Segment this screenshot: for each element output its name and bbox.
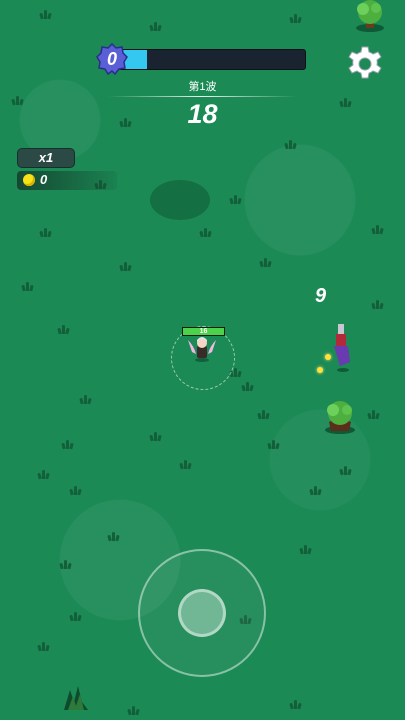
grass-tuft xyxy=(69,612,82,622)
tree-top-right xyxy=(356,0,384,32)
grass-tuft xyxy=(119,262,132,272)
settings-button[interactable] xyxy=(345,44,385,84)
grass-tuft xyxy=(61,440,74,450)
grass-tuft xyxy=(21,282,34,292)
xp-bar xyxy=(118,49,306,70)
grass-tuft xyxy=(229,195,242,205)
damage-number: 9 xyxy=(315,285,327,307)
player-character xyxy=(188,337,216,362)
joystick-knob[interactable] xyxy=(178,589,226,637)
grass-tuft xyxy=(37,642,50,652)
wave-timer: 18 xyxy=(187,99,218,129)
grass-tuft xyxy=(367,410,380,420)
grass-tuft xyxy=(199,228,212,238)
tree-right xyxy=(325,401,355,434)
grass-tuft xyxy=(299,545,312,555)
xp-gem xyxy=(317,367,323,373)
grass-tuft xyxy=(11,96,24,106)
grass-tuft xyxy=(289,700,302,710)
grass-tuft xyxy=(257,410,270,420)
grass-tuft xyxy=(371,300,384,310)
wave-divider xyxy=(108,96,297,97)
grass-tuft xyxy=(339,98,352,108)
grass-tuft xyxy=(284,140,297,150)
grass-tuft xyxy=(69,486,82,496)
xp-gem xyxy=(325,354,331,360)
grass-tuft xyxy=(39,10,52,20)
grass-tuft xyxy=(39,228,52,238)
grass-tuft xyxy=(179,460,192,470)
grass-tuft xyxy=(241,382,254,392)
grass-tuft xyxy=(149,22,162,32)
grass-tuft xyxy=(37,470,50,480)
level-badge: 0 xyxy=(96,42,128,76)
coin-counter: 0 xyxy=(17,171,117,190)
coin-count: 0 xyxy=(40,172,48,187)
grass-tuft xyxy=(79,395,92,405)
grass-tuft xyxy=(107,532,120,542)
speed-multiplier-button[interactable]: x1 xyxy=(17,148,75,168)
coin-icon xyxy=(23,174,35,186)
level-number: 0 xyxy=(106,49,117,69)
grass-tuft xyxy=(289,14,302,24)
bush-bottom-left xyxy=(64,686,88,710)
grass-tuft xyxy=(371,225,384,235)
enemy xyxy=(334,324,350,372)
grass-tuft xyxy=(119,118,132,128)
grass-tuft xyxy=(57,325,70,335)
grass-tuft xyxy=(59,560,72,570)
grass-tuft xyxy=(309,486,322,496)
bush-shadow xyxy=(150,180,210,220)
grass-tuft xyxy=(127,706,140,716)
grass-tuft xyxy=(267,440,280,450)
wave-label: 第1波 xyxy=(188,81,217,93)
grass-tuft xyxy=(149,432,162,442)
grass-tuft xyxy=(339,466,352,476)
grass-tuft xyxy=(259,258,272,268)
gear-icon xyxy=(348,46,382,79)
